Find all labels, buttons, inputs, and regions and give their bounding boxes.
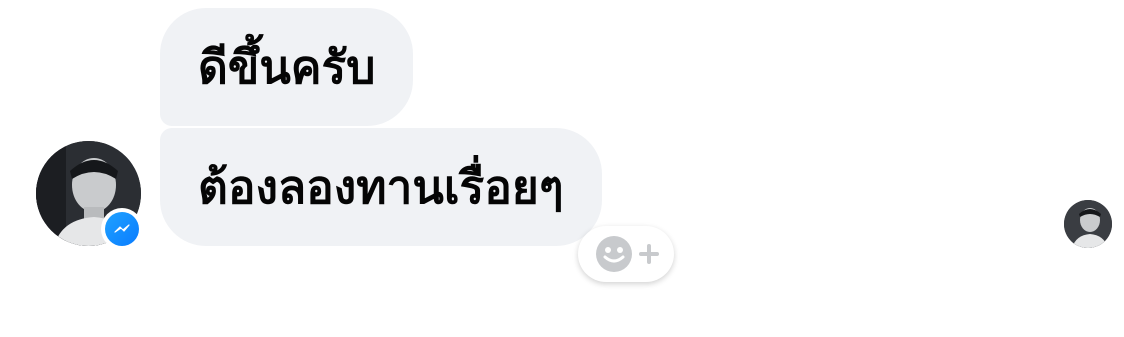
read-receipt-avatar [1064,200,1112,248]
message-bubble[interactable]: ต้องลองทานเรื่อยๆ [160,128,602,246]
messenger-icon [105,212,139,246]
plus-icon [639,244,659,264]
add-reaction-button[interactable] [578,226,674,282]
smiley-icon [596,236,632,272]
message-text: ดีขึ้นครับ [198,40,376,94]
message-bubble[interactable]: ดีขึ้นครับ [160,8,414,126]
message-thread: ดีขึ้นครับ ต้องลองทานเรื่อยๆ [0,0,1124,337]
messenger-badge [101,208,143,250]
person-photo-icon [1064,200,1112,248]
message-text: ต้องลองทานเรื่อยๆ [198,160,564,214]
